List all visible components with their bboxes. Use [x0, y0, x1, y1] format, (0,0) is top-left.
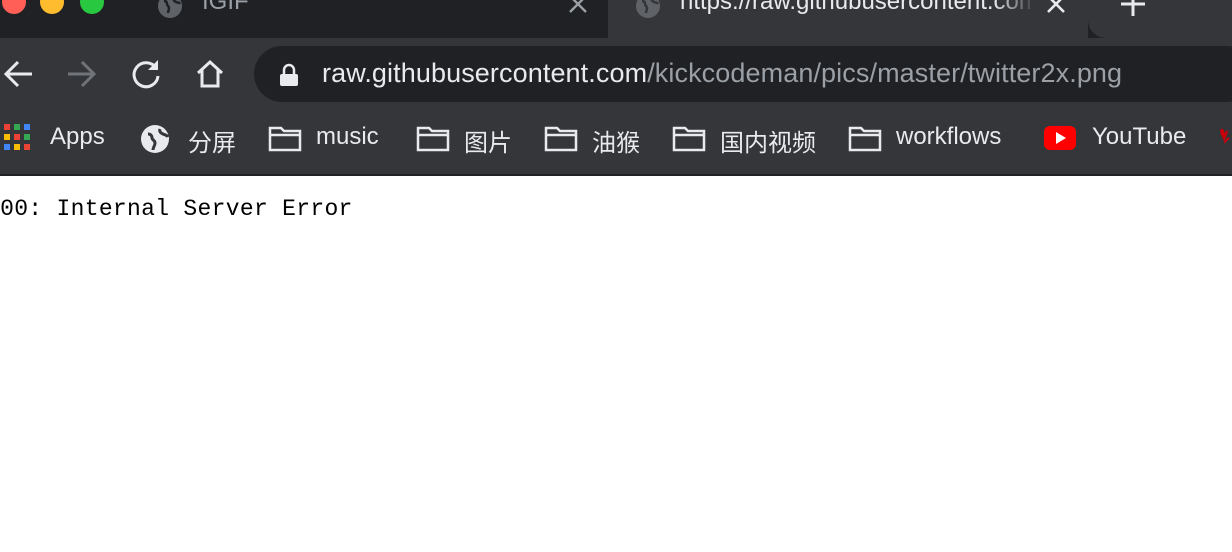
lock-icon[interactable] [278, 63, 300, 87]
close-icon[interactable] [1044, 0, 1068, 16]
back-arrow-icon[interactable] [0, 56, 36, 92]
tab-igif[interactable]: IGIF [140, 0, 608, 38]
globe-icon [141, 125, 170, 153]
folder-icon [848, 126, 882, 152]
tab-raw-github[interactable]: https://raw.githubusercontent.com/kickco… [608, 0, 1088, 38]
bookmark-label: 图片 [464, 130, 512, 157]
url-host: raw.githubusercontent.com [322, 58, 648, 88]
tab-title: https://raw.githubusercontent.com/kickco… [680, 0, 1036, 15]
zoom-window-button[interactable] [80, 0, 104, 14]
reload-icon[interactable] [128, 56, 164, 92]
bookmark-label: 国内视频 [720, 130, 816, 157]
folder-icon [544, 126, 578, 152]
browser-chrome: IGIF https://raw.githubusercontent.com/k… [0, 0, 1232, 176]
huawei-icon[interactable] [1214, 122, 1232, 156]
bookmark-label: Apps [50, 123, 105, 150]
bookmark-label: YouTube [1092, 123, 1187, 150]
error-message: 500: Internal Server Error [0, 196, 353, 222]
bookmark-label: 分屏 [188, 130, 236, 157]
address-bar[interactable]: raw.githubusercontent.com/kickcodeman/pi… [254, 46, 1232, 102]
folder-icon [268, 126, 302, 152]
minimize-window-button[interactable] [40, 0, 64, 14]
folder-icon [416, 126, 450, 152]
page-content: 500: Internal Server Error [0, 176, 1232, 552]
home-icon[interactable] [192, 56, 228, 92]
close-icon[interactable] [566, 0, 590, 16]
tab-title: IGIF [202, 0, 249, 15]
apps-grid-icon [4, 124, 30, 150]
forward-arrow-icon[interactable] [64, 56, 100, 92]
bookmarks-bar: Apps 分屏 music 图片 油猴 国内视频 workflows YouTu… [0, 114, 1232, 162]
tab-strip: IGIF https://raw.githubusercontent.com/k… [0, 0, 1232, 38]
close-window-button[interactable] [2, 0, 26, 14]
bookmark-label: workflows [896, 123, 1002, 150]
bookmark-label: 油猴 [592, 130, 640, 157]
youtube-icon [1044, 126, 1076, 150]
globe-icon [636, 0, 660, 18]
url-path: /kickcodeman/pics/master/twitter2x.png [647, 58, 1123, 88]
new-tab-button[interactable] [1088, 0, 1232, 38]
bookmark-label: music [316, 123, 379, 150]
plus-icon [1121, 0, 1145, 16]
url-text[interactable]: raw.githubusercontent.com/kickcodeman/pi… [322, 58, 1122, 89]
folder-icon [672, 126, 706, 152]
globe-icon [158, 0, 182, 18]
